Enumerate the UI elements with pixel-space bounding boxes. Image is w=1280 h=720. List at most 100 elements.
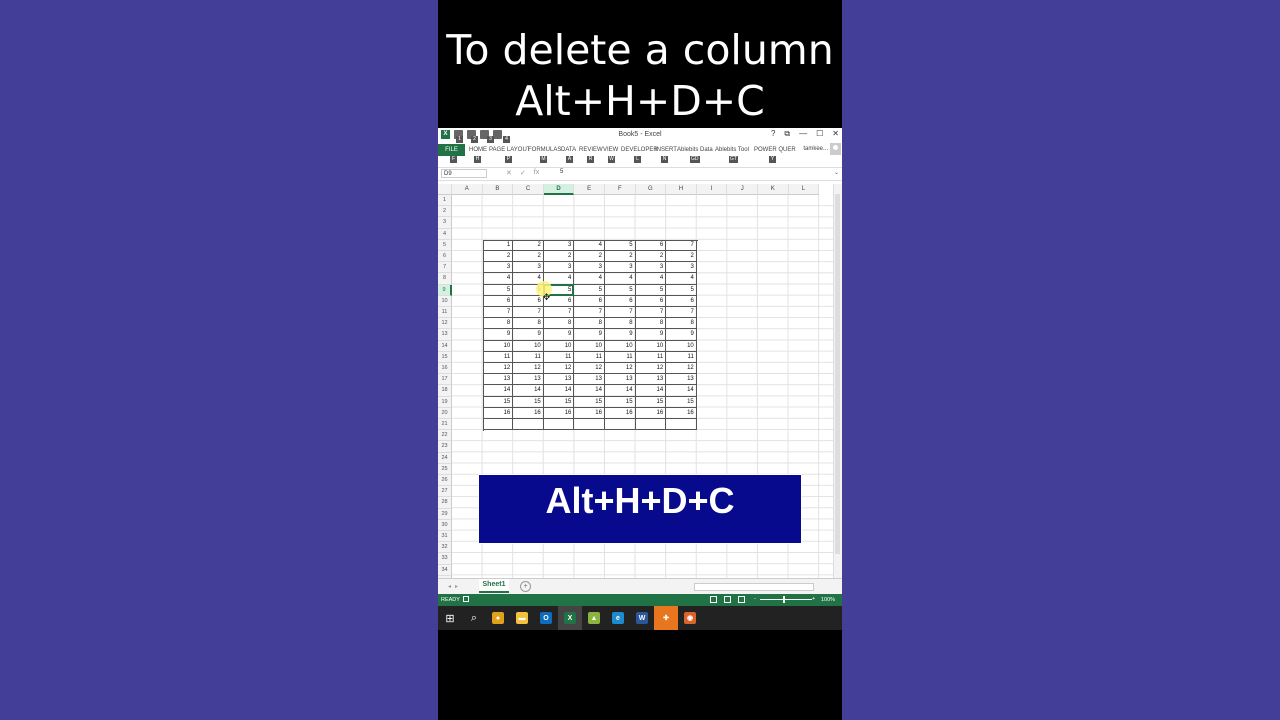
table-cell[interactable] xyxy=(574,418,605,431)
table-cell[interactable]: 3 xyxy=(543,239,575,251)
table-cell[interactable]: 10 xyxy=(513,340,544,352)
table-cell[interactable]: 11 xyxy=(513,351,544,363)
table-cell[interactable]: 13 xyxy=(666,374,697,386)
table-cell[interactable]: 15 xyxy=(543,396,575,408)
row-header-28[interactable]: 28 xyxy=(438,497,452,509)
row-header-22[interactable]: 22 xyxy=(438,430,452,442)
table-cell[interactable]: 12 xyxy=(666,362,697,375)
table-cell[interactable]: 4 xyxy=(635,273,667,285)
table-cell[interactable] xyxy=(604,418,636,431)
table-cell[interactable]: 14 xyxy=(574,385,605,397)
table-cell[interactable]: 2 xyxy=(482,250,514,263)
name-box[interactable]: D9 xyxy=(441,169,487,178)
table-cell[interactable]: 16 xyxy=(574,407,605,419)
table-cell[interactable]: 16 xyxy=(604,407,636,419)
table-cell[interactable]: 2 xyxy=(604,250,636,263)
table-cell[interactable]: 11 xyxy=(635,351,667,363)
table-cell[interactable]: 2 xyxy=(635,250,667,263)
table-cell[interactable]: 11 xyxy=(666,351,697,363)
column-header-c[interactable]: C xyxy=(513,184,544,195)
table-cell[interactable]: 13 xyxy=(574,374,605,386)
tab-ablebits-tool[interactable]: Ablebits Tool xyxy=(715,147,749,153)
row-header-1[interactable]: 1 xyxy=(438,195,452,207)
scroll-thumb[interactable] xyxy=(835,194,840,554)
row-header-19[interactable]: 19 xyxy=(438,396,452,408)
table-cell[interactable]: 7 xyxy=(513,306,544,319)
tab-formulas[interactable]: FORMULAS xyxy=(528,147,561,153)
row-header-9[interactable]: 9 xyxy=(438,284,452,296)
row-header-13[interactable]: 13 xyxy=(438,329,452,341)
row-header-24[interactable]: 24 xyxy=(438,452,452,464)
table-cell[interactable]: 9 xyxy=(666,329,697,341)
cancel-icon[interactable]: ✕ xyxy=(506,169,512,177)
table-cell[interactable] xyxy=(543,418,575,431)
table-cell[interactable]: 10 xyxy=(604,340,636,352)
horizontal-scrollbar[interactable] xyxy=(694,583,814,591)
row-header-26[interactable]: 26 xyxy=(438,475,452,487)
table-cell[interactable]: 5 xyxy=(635,284,667,296)
tab-view[interactable]: VIEW xyxy=(603,147,618,153)
table-cell[interactable]: 16 xyxy=(482,407,514,419)
column-header-g[interactable]: G xyxy=(635,184,667,195)
table-cell[interactable]: 16 xyxy=(543,407,575,419)
table-cell[interactable]: 12 xyxy=(574,362,605,375)
expand-formula-bar-icon[interactable]: ⌄ xyxy=(834,169,839,176)
column-header-l[interactable]: L xyxy=(788,184,820,195)
table-cell[interactable]: 2 xyxy=(543,250,575,263)
table-cell[interactable]: 14 xyxy=(666,385,697,397)
table-cell[interactable]: 3 xyxy=(666,262,697,274)
taskbar-app-orange[interactable]: ◉ xyxy=(678,606,702,630)
page-break-view-icon[interactable] xyxy=(738,596,745,603)
zoom-slider[interactable] xyxy=(760,599,812,600)
macro-record-icon[interactable] xyxy=(463,596,469,602)
table-cell[interactable]: 12 xyxy=(635,362,667,375)
table-cell[interactable]: 8 xyxy=(635,318,667,330)
tab-review[interactable]: REVIEW xyxy=(579,147,603,153)
table-cell[interactable]: 11 xyxy=(482,351,514,363)
column-header-j[interactable]: J xyxy=(727,184,758,195)
tab-data[interactable]: DATA xyxy=(561,147,576,153)
column-header-i[interactable]: I xyxy=(696,184,728,195)
zoom-slider-handle[interactable] xyxy=(783,596,785,603)
table-cell[interactable]: 12 xyxy=(482,362,514,375)
column-header-f[interactable]: F xyxy=(605,184,636,195)
table-cell[interactable]: 5 xyxy=(574,284,605,296)
row-header-4[interactable]: 4 xyxy=(438,228,452,240)
table-cell[interactable]: 8 xyxy=(574,318,605,330)
enter-icon[interactable]: ✓ xyxy=(520,169,526,177)
row-header-33[interactable]: 33 xyxy=(438,553,452,565)
table-cell[interactable]: 13 xyxy=(513,374,544,386)
table-cell[interactable]: 10 xyxy=(666,340,697,352)
table-cell[interactable]: 7 xyxy=(666,306,697,319)
table-cell[interactable]: 1 xyxy=(482,239,514,251)
table-cell[interactable]: 6 xyxy=(666,295,697,307)
table-cell[interactable]: 6 xyxy=(604,295,636,307)
row-header-11[interactable]: 11 xyxy=(438,307,452,319)
normal-view-icon[interactable] xyxy=(710,596,717,603)
table-cell[interactable]: 8 xyxy=(604,318,636,330)
taskbar-chrome[interactable]: ● xyxy=(486,606,510,630)
table-cell[interactable]: 13 xyxy=(482,374,514,386)
table-cell[interactable]: 5 xyxy=(666,284,697,296)
table-cell[interactable]: 5 xyxy=(604,284,636,296)
row-header-2[interactable]: 2 xyxy=(438,206,452,218)
table-cell[interactable]: 11 xyxy=(574,351,605,363)
table-cell[interactable]: 5 xyxy=(482,284,514,296)
row-header-30[interactable]: 30 xyxy=(438,519,452,531)
table-cell[interactable]: 6 xyxy=(635,239,667,251)
row-header-16[interactable]: 16 xyxy=(438,363,452,375)
table-cell[interactable]: 8 xyxy=(513,318,544,330)
table-cell[interactable]: 10 xyxy=(482,340,514,352)
table-cell[interactable]: 6 xyxy=(635,295,667,307)
table-cell[interactable]: 16 xyxy=(666,407,697,419)
table-cell[interactable]: 16 xyxy=(513,407,544,419)
table-cell[interactable]: 6 xyxy=(513,295,544,307)
column-header-k[interactable]: K xyxy=(758,184,789,195)
row-header-21[interactable]: 21 xyxy=(438,419,452,431)
table-cell[interactable]: 7 xyxy=(574,306,605,319)
taskbar-file-explorer[interactable]: ▬ xyxy=(510,606,534,630)
table-cell[interactable]: 14 xyxy=(635,385,667,397)
row-header-8[interactable]: 8 xyxy=(438,273,452,285)
vertical-scrollbar[interactable] xyxy=(833,184,842,578)
table-cell[interactable]: 4 xyxy=(666,273,697,285)
